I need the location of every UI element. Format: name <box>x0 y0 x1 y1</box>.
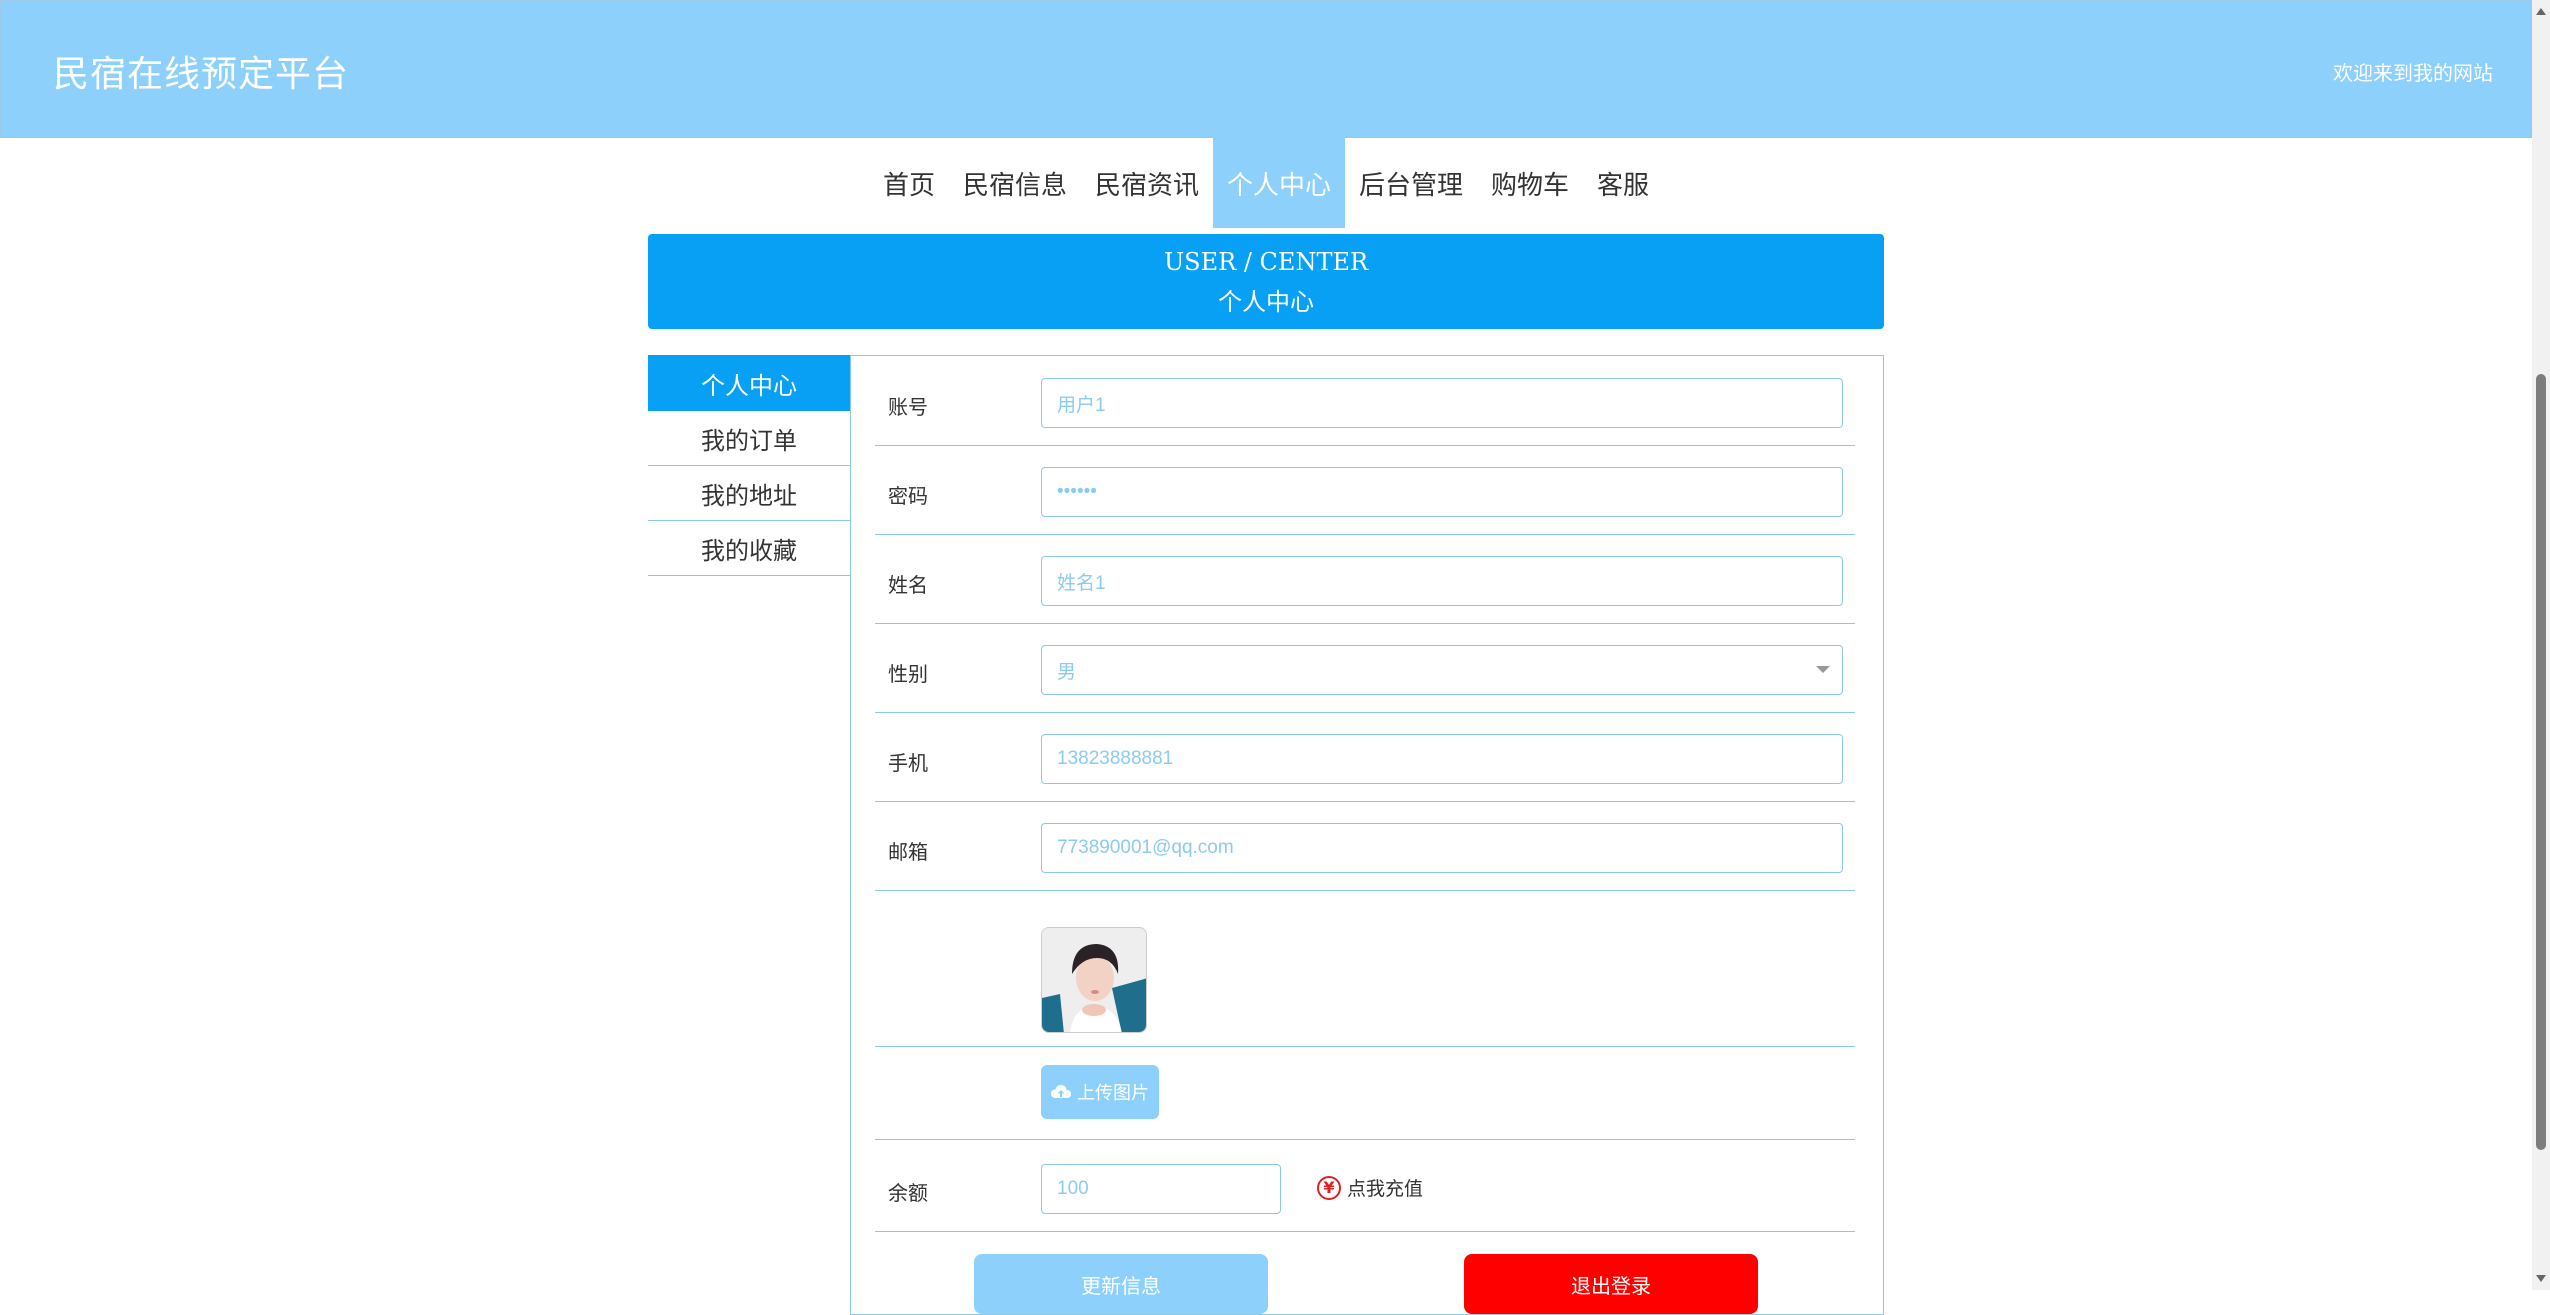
avatar-portrait-icon <box>1042 928 1146 1032</box>
welcome-text: 欢迎来到我的网站 <box>2333 61 2493 85</box>
scroll-thumb[interactable] <box>2536 374 2546 1150</box>
sidebar-item-address[interactable]: 我的地址 <box>648 466 850 521</box>
account-label: 账号 <box>888 395 928 419</box>
nav-item-service[interactable]: 客服 <box>1583 138 1663 228</box>
yen-icon: ¥ <box>1317 1175 1341 1200</box>
nav-item-homestay-info[interactable]: 民宿信息 <box>949 138 1081 228</box>
form-row-balance: 余额 ¥ 点我充值 <box>875 1164 1855 1232</box>
logout-button[interactable]: 退出登录 <box>1464 1254 1758 1314</box>
sidebar: 个人中心 我的订单 我的地址 我的收藏 <box>648 355 850 576</box>
site-header: 民宿在线预定平台 欢迎来到我的网站 <box>0 0 2532 138</box>
chevron-down-icon <box>1816 666 1830 673</box>
scroll-down-arrow-icon[interactable] <box>2536 1275 2546 1282</box>
nav-item-admin[interactable]: 后台管理 <box>1345 138 1477 228</box>
profile-form-panel: 账号 密码 姓名 性别 男 手机 邮箱 <box>850 355 1884 1315</box>
email-label: 邮箱 <box>888 840 928 864</box>
balance-input[interactable] <box>1041 1164 1281 1214</box>
update-info-button[interactable]: 更新信息 <box>974 1254 1268 1314</box>
nav-item-cart[interactable]: 购物车 <box>1477 138 1583 228</box>
password-input[interactable] <box>1041 467 1843 517</box>
banner-title-en: USER / CENTER <box>1163 248 1369 276</box>
form-row-name: 姓名 <box>875 556 1855 624</box>
site-title: 民宿在线预定平台 <box>53 54 350 95</box>
name-input[interactable] <box>1041 556 1843 606</box>
nav-item-homestay-news[interactable]: 民宿资讯 <box>1081 138 1213 228</box>
account-input[interactable] <box>1041 378 1843 428</box>
recharge-label: 点我充值 <box>1347 1178 1424 1200</box>
main-nav: 首页 民宿信息 民宿资讯 个人中心 后台管理 购物车 客服 <box>0 138 2532 228</box>
form-row-gender: 性别 男 <box>875 645 1855 713</box>
nav-item-user-center[interactable]: 个人中心 <box>1212 138 1345 228</box>
scroll-up-arrow-icon[interactable] <box>2536 8 2546 15</box>
phone-input[interactable] <box>1041 734 1843 784</box>
recharge-link[interactable]: ¥ 点我充值 <box>1317 1174 1423 1201</box>
form-row-password: 密码 <box>875 467 1855 535</box>
sidebar-item-user-center[interactable]: 个人中心 <box>648 355 850 411</box>
page-scrollbar[interactable] <box>2532 0 2550 1290</box>
gender-select[interactable]: 男 <box>1041 645 1843 695</box>
form-row-phone: 手机 <box>875 734 1855 802</box>
name-label: 姓名 <box>888 573 928 597</box>
nav-item-home[interactable]: 首页 <box>869 138 949 228</box>
upload-image-button[interactable]: 上传图片 <box>1041 1065 1159 1119</box>
cloud-upload-icon <box>1051 1085 1071 1098</box>
form-row-account: 账号 <box>875 378 1855 446</box>
form-row-upload: 上传图片 <box>875 1065 1855 1140</box>
banner-title-cn: 个人中心 <box>1218 288 1314 316</box>
phone-label: 手机 <box>888 751 928 775</box>
password-label: 密码 <box>888 484 928 508</box>
email-input[interactable] <box>1041 823 1843 873</box>
page-banner: USER / CENTER 个人中心 <box>648 234 1884 329</box>
upload-image-label: 上传图片 <box>1077 1083 1149 1104</box>
gender-label: 性别 <box>888 662 928 686</box>
sidebar-item-orders[interactable]: 我的订单 <box>648 411 850 466</box>
sidebar-item-favorites[interactable]: 我的收藏 <box>648 521 850 576</box>
avatar-image <box>1041 927 1147 1033</box>
balance-label: 余额 <box>888 1181 928 1205</box>
gender-selected-value: 男 <box>1057 661 1077 683</box>
form-row-email: 邮箱 <box>875 823 1855 891</box>
form-row-avatar <box>875 927 1855 1047</box>
